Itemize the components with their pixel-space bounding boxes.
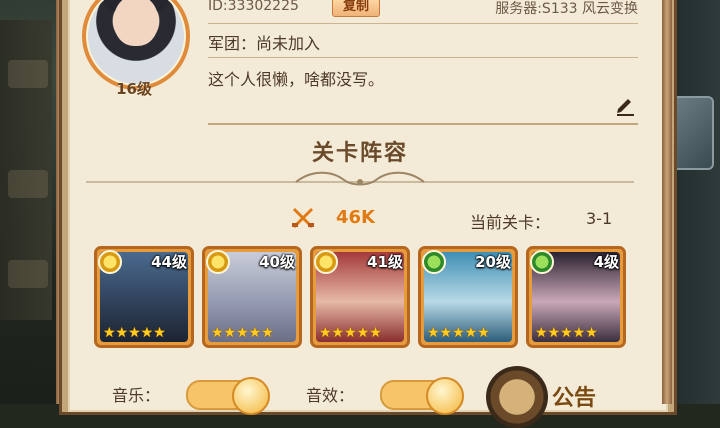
crossed-swords-icon — [292, 207, 314, 229]
star-rating-icon: ★★★★★ — [319, 325, 382, 341]
pencil-icon[interactable] — [614, 94, 636, 116]
gold-rank-icon — [314, 250, 338, 274]
star-rating-icon: ★★★★★ — [535, 325, 598, 341]
player-avatar[interactable] — [82, 0, 190, 90]
divider — [208, 23, 638, 24]
legion-text: 军团：尚未加入 — [208, 34, 321, 53]
hero-card[interactable]: 41级 ★★★★★ — [310, 246, 410, 348]
divider — [208, 57, 638, 58]
side-menu-item[interactable] — [8, 170, 48, 198]
id-row: ID:33302225 复制 服务器:S133 风云变换 — [208, 0, 638, 18]
hero-level: 20级 — [475, 253, 511, 271]
section-title: 关卡阵容 — [311, 141, 408, 166]
team-power: 46K — [336, 207, 375, 228]
sound-toggle[interactable] — [380, 377, 464, 415]
divider — [208, 123, 638, 125]
toggle-knob — [232, 377, 270, 415]
notice-button-label[interactable]: 公告 — [552, 380, 596, 412]
frame-pillar-right — [662, 0, 672, 404]
current-stage-label: 当前关卡： — [470, 213, 551, 232]
music-toggle[interactable] — [186, 377, 270, 415]
green-rank-icon — [422, 250, 446, 274]
side-menu-item[interactable] — [8, 260, 48, 288]
hero-card[interactable]: 4级 ★★★★★ — [526, 246, 626, 348]
toggle-knob — [426, 377, 464, 415]
green-rank-icon — [530, 250, 554, 274]
megaphone-icon[interactable] — [486, 366, 548, 428]
hero-level: 4级 — [593, 253, 619, 271]
star-rating-icon: ★★★★★ — [103, 325, 166, 341]
side-menu-background — [0, 20, 52, 320]
gold-rank-icon — [98, 250, 122, 274]
avatar-face — [114, 0, 158, 46]
current-stage-value: 3-1 — [586, 209, 613, 228]
music-label: 音乐： — [112, 386, 161, 405]
hero-lineup: 44级 ★★★★★ 40级 ★★★★★ 41级 ★★★★★ 20级 ★★★★★ … — [94, 246, 634, 350]
side-menu-item[interactable] — [8, 60, 48, 88]
sound-label: 音效： — [306, 386, 355, 405]
server-name: 服务器:S133 风云变换 — [495, 1, 638, 17]
player-id: ID:33302225 — [208, 0, 299, 14]
hero-card[interactable]: 44级 ★★★★★ — [94, 246, 194, 348]
hero-level: 44级 — [151, 253, 187, 271]
player-level: 16级 — [116, 80, 152, 98]
hero-level: 41级 — [367, 253, 403, 271]
copy-id-button[interactable]: 复制 — [332, 0, 380, 17]
player-bio: 这个人很懒，啥都没写。 — [208, 70, 385, 89]
hero-card[interactable]: 20级 ★★★★★ — [418, 246, 518, 348]
star-rating-icon: ★★★★★ — [427, 325, 490, 341]
hero-card[interactable]: 40级 ★★★★★ — [202, 246, 302, 348]
star-rating-icon: ★★★★★ — [211, 325, 274, 341]
gold-rank-icon — [206, 250, 230, 274]
title-ornament — [86, 171, 634, 186]
hero-level: 40级 — [259, 253, 295, 271]
